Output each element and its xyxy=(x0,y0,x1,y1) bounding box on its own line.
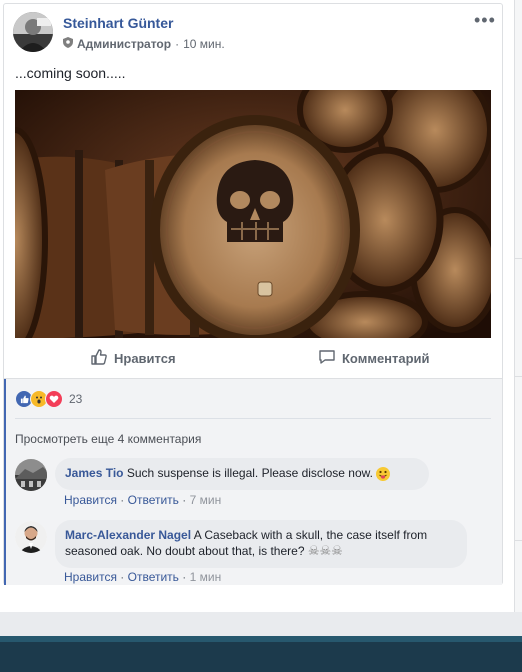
skull-crossbones-icon: ☠☠☠ xyxy=(307,543,343,558)
post-photo[interactable] xyxy=(15,90,491,338)
comment-text-line2: seasoned oak. No doubt about that, is th… xyxy=(65,544,305,558)
right-sidebar-edge xyxy=(514,0,522,612)
comment-like-link[interactable]: Нравится xyxy=(64,493,117,507)
speech-bubble-icon xyxy=(318,348,336,369)
post-time[interactable]: 10 мин. xyxy=(183,37,225,51)
shield-icon xyxy=(63,37,73,51)
role-label: Администратор xyxy=(77,37,172,51)
comment-text-line1: A Caseback with a skull, the case itself… xyxy=(193,528,428,542)
post-meta: Администратор · 10 мин. xyxy=(63,37,225,51)
like-label: Нравится xyxy=(114,350,176,366)
comment-actions: Нравится · Ответить · 1 мин xyxy=(64,570,221,584)
love-icon xyxy=(45,390,63,408)
separator: · xyxy=(120,493,125,507)
thumbs-up-icon xyxy=(90,348,108,369)
author-avatar[interactable] xyxy=(13,12,53,52)
commenter-avatar[interactable] xyxy=(15,459,47,491)
commenter-name[interactable]: Marc-Alexander Nagel xyxy=(65,528,191,542)
view-more-comments-link[interactable]: Просмотреть еще 4 комментария xyxy=(15,432,201,446)
comment-button[interactable]: Комментарий xyxy=(318,345,430,371)
commenter-name[interactable]: James Tio xyxy=(65,466,123,480)
reaction-count: 23 xyxy=(69,392,83,406)
post-text: ...coming soon..... xyxy=(15,65,126,81)
comment-bubble: Marc-Alexander Nagel A Caseback with a s… xyxy=(55,520,467,568)
more-options-icon[interactable]: ••• xyxy=(474,10,496,31)
comment-actions: Нравится · Ответить · 7 мин xyxy=(64,493,221,507)
comment-time[interactable]: 1 мин xyxy=(190,570,222,584)
comment-text: Such suspense is illegal. Please disclos… xyxy=(126,466,373,480)
separator: · xyxy=(120,570,125,584)
meta-separator: · xyxy=(175,37,180,51)
comments-divider xyxy=(15,418,491,419)
separator: · xyxy=(182,570,187,584)
bottom-bar-accent xyxy=(0,636,522,642)
bottom-bar xyxy=(0,636,522,672)
author-name[interactable]: Steinhart Günter xyxy=(63,15,173,31)
tongue-out-emoji-icon xyxy=(376,466,391,481)
comment-reply-link[interactable]: Ответить xyxy=(128,493,179,507)
like-button[interactable]: Нравится xyxy=(90,345,176,371)
commenter-avatar[interactable] xyxy=(15,521,47,553)
comment-label: Комментарий xyxy=(342,350,430,366)
comment-reply-link[interactable]: Ответить xyxy=(128,570,179,584)
reactions-summary[interactable]: 23 xyxy=(15,390,82,408)
comment-time[interactable]: 7 мин xyxy=(190,493,222,507)
comment-like-link[interactable]: Нравится xyxy=(64,570,117,584)
comment-bubble: James Tio Such suspense is illegal. Plea… xyxy=(55,458,429,490)
post-actions: Нравится Комментарий xyxy=(15,345,491,371)
separator: · xyxy=(182,493,187,507)
